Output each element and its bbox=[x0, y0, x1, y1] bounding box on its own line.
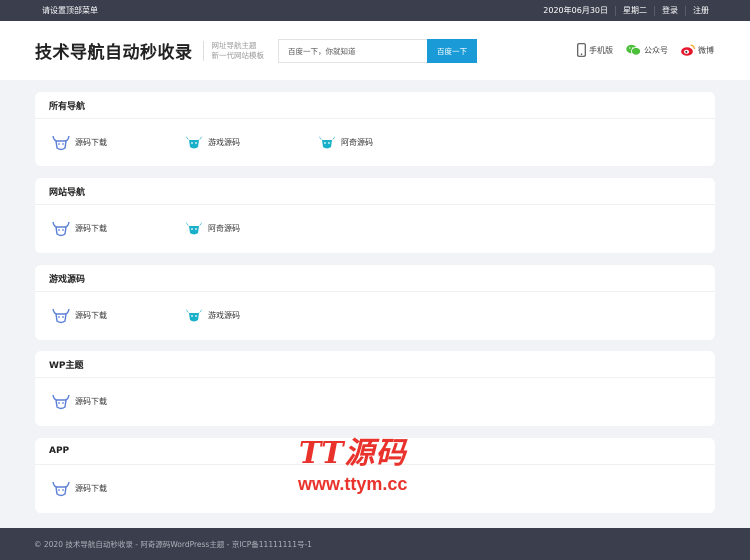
mobile-icon bbox=[577, 43, 586, 57]
bull-icon bbox=[52, 481, 70, 496]
nav-link-label: 游戏源码 bbox=[208, 138, 240, 147]
weibo-icon bbox=[681, 44, 695, 56]
top-bar-right: 2020年06月30日 星期二 登录 注册 bbox=[536, 5, 716, 16]
section-links: 源码下载 阿奇源码 bbox=[35, 205, 715, 252]
top-menu-placeholder[interactable]: 请设置顶部菜单 bbox=[42, 5, 98, 16]
section-title: 所有导航 bbox=[35, 92, 715, 119]
mobile-label: 手机版 bbox=[589, 45, 613, 55]
nav-link-label: 源码下载 bbox=[75, 224, 107, 233]
bull-icon bbox=[186, 135, 202, 148]
section-links: 源码下载 游戏源码 bbox=[35, 292, 715, 339]
section-site-nav: 网站导航 源码下载 阿奇源码 bbox=[35, 178, 715, 253]
nav-link[interactable]: 源码下载 bbox=[52, 221, 185, 237]
nav-link[interactable]: 阿奇源码 bbox=[318, 135, 451, 151]
nav-link-label: 源码下载 bbox=[75, 484, 107, 493]
nav-link[interactable]: 游戏源码 bbox=[185, 308, 318, 324]
mobile-link[interactable]: 手机版 bbox=[577, 43, 613, 57]
bull-icon bbox=[319, 135, 335, 148]
site-header: 技术导航自动秒收录 网址导航主题 新一代网站模板 百度一下，你就知道 百度一下 … bbox=[0, 21, 750, 80]
weekday-text: 星期二 bbox=[615, 5, 654, 16]
bull-icon bbox=[52, 135, 70, 150]
watermark: TT源码 www.ttym.cc bbox=[298, 437, 407, 495]
top-bar: 请设置顶部菜单 2020年06月30日 星期二 登录 注册 bbox=[0, 0, 750, 21]
wechat-label: 公众号 bbox=[644, 45, 668, 55]
section-all-nav: 所有导航 源码下载 游戏源码 阿奇源码 bbox=[35, 92, 715, 166]
tagline-line-2: 新一代网站模板 bbox=[211, 50, 265, 60]
section-links: 源码下载 游戏源码 阿奇源码 bbox=[35, 119, 715, 166]
site-logo[interactable]: 技术导航自动秒收录 bbox=[35, 38, 193, 63]
nav-link-label: 源码下载 bbox=[75, 397, 107, 406]
section-title: 网站导航 bbox=[35, 178, 715, 205]
site-footer: © 2020 技术导航自动秒收录 - 阿奇源码WordPress主题 - 京IC… bbox=[0, 528, 750, 560]
nav-link-label: 阿奇源码 bbox=[341, 138, 373, 147]
watermark-url: www.ttym.cc bbox=[298, 474, 408, 494]
nav-link-label: 阿奇源码 bbox=[208, 224, 240, 233]
nav-link[interactable]: 源码下载 bbox=[52, 394, 185, 410]
weibo-link[interactable]: 微博 bbox=[681, 44, 714, 56]
bull-icon bbox=[186, 221, 202, 234]
section-title: WP主题 bbox=[35, 351, 715, 378]
nav-link[interactable]: 游戏源码 bbox=[185, 135, 318, 151]
nav-link[interactable]: 源码下载 bbox=[52, 135, 185, 151]
wechat-link[interactable]: 公众号 bbox=[626, 44, 668, 56]
bull-icon bbox=[52, 221, 70, 236]
nav-link-label: 游戏源码 bbox=[208, 311, 240, 320]
weibo-label: 微博 bbox=[698, 45, 714, 55]
tagline: 网址导航主题 新一代网站模板 bbox=[202, 40, 265, 61]
register-link[interactable]: 注册 bbox=[685, 5, 716, 16]
section-game-source: 游戏源码 源码下载 游戏源码 bbox=[35, 265, 715, 340]
header-links: 手机版 公众号 微博 bbox=[564, 43, 714, 57]
watermark-brand: TT源码 bbox=[298, 436, 407, 471]
bull-icon bbox=[186, 308, 202, 321]
section-links: 源码下载 bbox=[35, 378, 715, 425]
section-wp-theme: WP主题 源码下载 bbox=[35, 351, 715, 426]
section-title: 游戏源码 bbox=[35, 265, 715, 292]
date-text: 2020年06月30日 bbox=[543, 5, 608, 15]
wechat-icon bbox=[626, 44, 641, 56]
search-button[interactable]: 百度一下 bbox=[427, 39, 477, 63]
nav-link-label: 源码下载 bbox=[75, 311, 107, 320]
footer-copyright: © 2020 技术导航自动秒收录 - 阿奇源码WordPress主题 - 京IC… bbox=[34, 539, 312, 549]
nav-link-label: 源码下载 bbox=[75, 138, 107, 147]
nav-link[interactable]: 源码下载 bbox=[52, 481, 185, 497]
bull-icon bbox=[52, 394, 70, 409]
tagline-line-1: 网址导航主题 bbox=[211, 40, 257, 50]
nav-link[interactable]: 阿奇源码 bbox=[185, 221, 318, 237]
bull-icon bbox=[52, 308, 70, 323]
login-link[interactable]: 登录 bbox=[654, 5, 685, 16]
search-box: 百度一下，你就知道 百度一下 bbox=[278, 39, 477, 63]
search-input[interactable]: 百度一下，你就知道 bbox=[278, 39, 427, 63]
nav-link[interactable]: 源码下载 bbox=[52, 308, 185, 324]
